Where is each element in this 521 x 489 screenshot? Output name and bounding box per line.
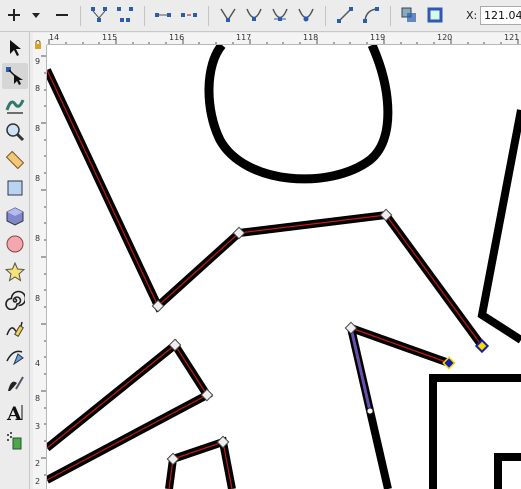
bottom-path (165, 436, 236, 489)
ruler-tick-label: 14 (49, 33, 60, 42)
node-handle (366, 407, 374, 415)
calligraphy-tool-icon[interactable] (2, 371, 28, 397)
join-nodes-icon[interactable] (88, 4, 110, 26)
ruler-tick-label: 4 (35, 359, 41, 368)
ruler-tick-label: 8 (35, 84, 41, 93)
ruler-tick-label: 120 (437, 33, 453, 42)
toolbar-separator (390, 6, 391, 26)
spiral-tool-icon[interactable] (2, 287, 28, 313)
box-3d-tool-icon[interactable] (2, 203, 28, 229)
delete-segment-icon[interactable] (178, 4, 200, 26)
canvas-drawing[interactable] (47, 45, 521, 489)
make-cusp-icon[interactable] (217, 4, 239, 26)
make-auto-smooth-icon[interactable] (295, 4, 317, 26)
inner-frame (494, 453, 521, 489)
lock-icon[interactable] (34, 34, 42, 49)
ruler-tick-label: 8 (35, 124, 41, 133)
x-coordinate-label: X: (466, 9, 478, 22)
node-toolbar: X: (0, 0, 521, 32)
node-tool-icon[interactable] (2, 63, 28, 89)
object-to-path-icon[interactable] (398, 4, 420, 26)
svg-text:A: A (6, 403, 22, 422)
ruler-tick-label: 121 (504, 33, 520, 42)
insert-node-icon[interactable] (3, 4, 25, 26)
head-shape (204, 45, 393, 184)
toolbar-separator (80, 6, 81, 26)
ruler-tick-label: 8 (35, 294, 41, 303)
ruler-tick-label: 9 (35, 57, 41, 66)
ruler-tick-label: 115 (102, 33, 118, 42)
delete-node-icon[interactable] (51, 4, 73, 26)
drawing-canvas[interactable] (47, 45, 521, 489)
ruler-tick-label: 2 (35, 477, 41, 486)
spray-tool-icon[interactable] (2, 427, 28, 453)
menu-arrow-icon[interactable] (25, 4, 47, 26)
vertical-ruler: 9 8 8 8 8 8 4 8 3 2 2 (33, 45, 47, 489)
make-symmetric-icon[interactable] (269, 4, 291, 26)
ruler-tick-label: 118 (303, 33, 319, 42)
pen-tool-icon[interactable] (2, 343, 28, 369)
square-frame (429, 374, 521, 489)
ruler-tick-label: 116 (169, 33, 185, 42)
star-tool-icon[interactable] (2, 259, 28, 285)
make-smooth-icon[interactable] (243, 4, 265, 26)
join-segment-icon[interactable] (152, 4, 174, 26)
toolbar-separator (144, 6, 145, 26)
selector-tool-icon[interactable] (2, 35, 28, 61)
measure-tool-icon[interactable] (2, 147, 28, 173)
ruler-tick-label: 3 (35, 422, 41, 431)
ellipse-tool-icon[interactable] (2, 231, 28, 257)
ruler-tick-label: 8 (35, 174, 41, 183)
ruler-tick-label: 8 (35, 394, 41, 403)
right-shape (477, 109, 521, 344)
toolbox: A (0, 32, 30, 489)
tweak-tool-icon[interactable] (2, 91, 28, 117)
ruler-tick-label: 2 (35, 459, 41, 468)
toolbar-separator (325, 6, 326, 26)
make-line-icon[interactable] (334, 4, 356, 26)
selected-path (47, 68, 486, 349)
ruler-tick-label: 8 (35, 234, 41, 243)
break-path-icon[interactable] (114, 4, 136, 26)
ruler-tick-label: 119 (370, 33, 386, 42)
horizontal-ruler: 14 115 116 117 118 119 120 121 (47, 33, 521, 45)
stroke-to-path-icon[interactable] (424, 4, 446, 26)
ruler-tick-label: 117 (236, 33, 252, 42)
rectangle-tool-icon[interactable] (2, 175, 28, 201)
pencil-tool-icon[interactable] (2, 315, 28, 341)
x-coordinate-input[interactable] (480, 6, 521, 25)
text-tool-icon[interactable]: A (2, 399, 28, 425)
make-curve-icon[interactable] (360, 4, 382, 26)
zoom-tool-icon[interactable] (2, 119, 28, 145)
path-nodes (151, 208, 490, 466)
toolbar-separator (208, 6, 209, 26)
